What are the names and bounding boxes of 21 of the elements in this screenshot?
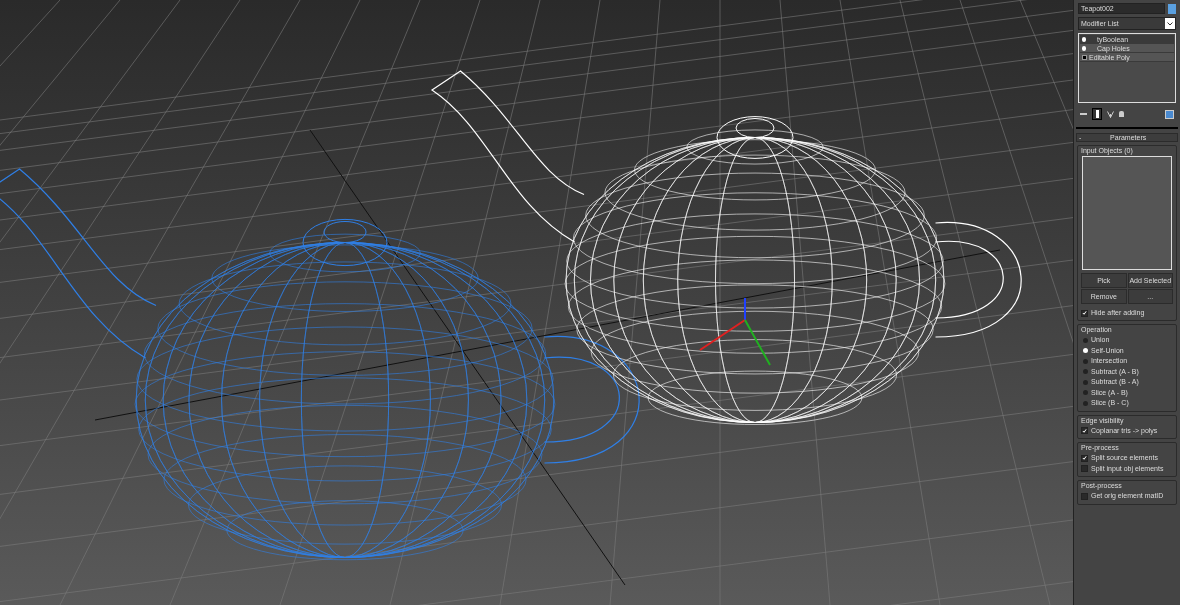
checkbox[interactable] (1081, 492, 1088, 500)
configure-icon[interactable] (1165, 109, 1174, 119)
checkbox[interactable] (1081, 309, 1088, 317)
fork-icon[interactable] (1107, 110, 1114, 118)
input-objects-list[interactable] (1082, 156, 1172, 270)
transform-gizmo-icon[interactable] (699, 297, 771, 366)
radio-button[interactable] (1083, 348, 1088, 354)
show-end-result-icon[interactable] (1092, 108, 1102, 120)
checkbox[interactable] (1081, 427, 1088, 435)
radio-button[interactable] (1083, 358, 1088, 364)
object-color-swatch[interactable] (1168, 3, 1176, 14)
radio-button[interactable] (1083, 390, 1088, 396)
radio-button[interactable] (1083, 400, 1088, 406)
radio-button[interactable] (1083, 379, 1088, 385)
lock-icon[interactable] (1119, 111, 1124, 117)
radio-button[interactable] (1083, 337, 1088, 343)
checkbox[interactable] (1081, 454, 1088, 462)
square-icon[interactable] (1082, 54, 1087, 60)
radio-button[interactable] (1083, 369, 1088, 375)
checkbox[interactable] (1081, 465, 1088, 473)
chevron-down-icon (1165, 18, 1175, 29)
